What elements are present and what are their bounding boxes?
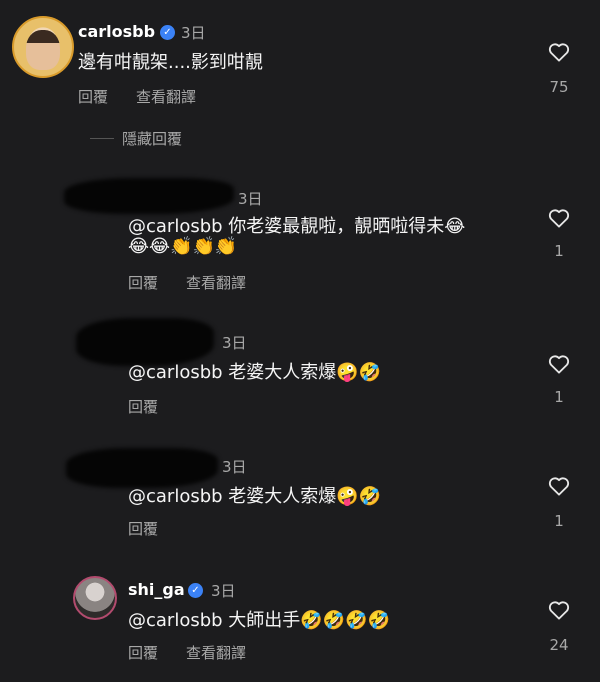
verified-badge-icon: ✓ (188, 583, 203, 598)
comment-time: 3日 (211, 582, 236, 600)
reply-button[interactable]: 回覆 (128, 398, 158, 416)
comment-actions: 回覆 (128, 518, 186, 539)
comment-actions: 回覆 查看翻譯 (128, 642, 274, 663)
see-translation-button[interactable]: 查看翻譯 (136, 88, 196, 106)
comment-time: 3日 (222, 458, 247, 476)
see-translation-button[interactable]: 查看翻譯 (186, 274, 246, 292)
heart-outline-icon[interactable] (548, 354, 570, 374)
comment-actions: 回覆 查看翻譯 (78, 86, 224, 107)
comment-text: 邊有咁靚架....影到咁靚 (78, 52, 263, 73)
comment-username[interactable]: shi_ga (128, 580, 185, 599)
heart-outline-icon[interactable] (548, 42, 570, 62)
like-count: 1 (554, 242, 564, 260)
hide-replies-button[interactable]: 隱藏回覆 (122, 128, 182, 149)
reply-button[interactable]: 回覆 (128, 274, 158, 292)
reply-comment: 3日 @carlosbb 你老婆最靚啦，靚晒啦得未😂 😂😂👏👏👏 回覆 查看翻譯 … (0, 168, 600, 298)
see-translation-button[interactable]: 查看翻譯 (186, 644, 246, 662)
redacted-avatar-username (64, 178, 234, 214)
heart-outline-icon[interactable] (548, 600, 570, 620)
comment-text: @carlosbb 大師出手🤣🤣🤣🤣 (128, 610, 390, 631)
avatar[interactable] (73, 576, 117, 620)
like-count: 24 (549, 636, 569, 654)
comment-text: @carlosbb 你老婆最靚啦，靚晒啦得未😂 (128, 216, 466, 237)
divider (90, 138, 114, 139)
comment-time: 3日 (181, 24, 206, 42)
like-count: 1 (554, 512, 564, 530)
comment-time: 3日 (222, 334, 247, 352)
avatar[interactable] (12, 16, 74, 78)
heart-outline-icon[interactable] (548, 476, 570, 496)
comment-actions: 回覆 查看翻譯 (128, 272, 274, 293)
like-count: 1 (554, 388, 564, 406)
comment-carlosbb: carlosbb ✓ 3日 邊有咁靚架....影到咁靚 回覆 查看翻譯 75 (0, 0, 600, 110)
reply-comment: 3日 @carlosbb 老婆大人索爆🤪🤣 回覆 1 (0, 436, 600, 546)
reply-button[interactable]: 回覆 (78, 88, 108, 106)
comment-text: @carlosbb 老婆大人索爆🤪🤣 (128, 362, 382, 383)
reply-button[interactable]: 回覆 (128, 520, 158, 538)
comment-username[interactable]: carlosbb (78, 22, 155, 41)
comment-time: 3日 (238, 190, 263, 208)
comment-text-line2: 😂😂👏👏👏 (128, 236, 238, 257)
comment-text: @carlosbb 老婆大人索爆🤪🤣 (128, 486, 382, 507)
reply-comment-shi-ga: shi_ga ✓ 3日 @carlosbb 大師出手🤣🤣🤣🤣 回覆 查看翻譯 24 (0, 568, 600, 678)
comment-actions: 回覆 (128, 396, 186, 417)
reply-button[interactable]: 回覆 (128, 644, 158, 662)
verified-badge-icon: ✓ (160, 25, 175, 40)
like-count: 75 (549, 78, 569, 96)
heart-outline-icon[interactable] (548, 208, 570, 228)
reply-comment: 3日 @carlosbb 老婆大人索爆🤪🤣 回覆 1 (0, 312, 600, 422)
